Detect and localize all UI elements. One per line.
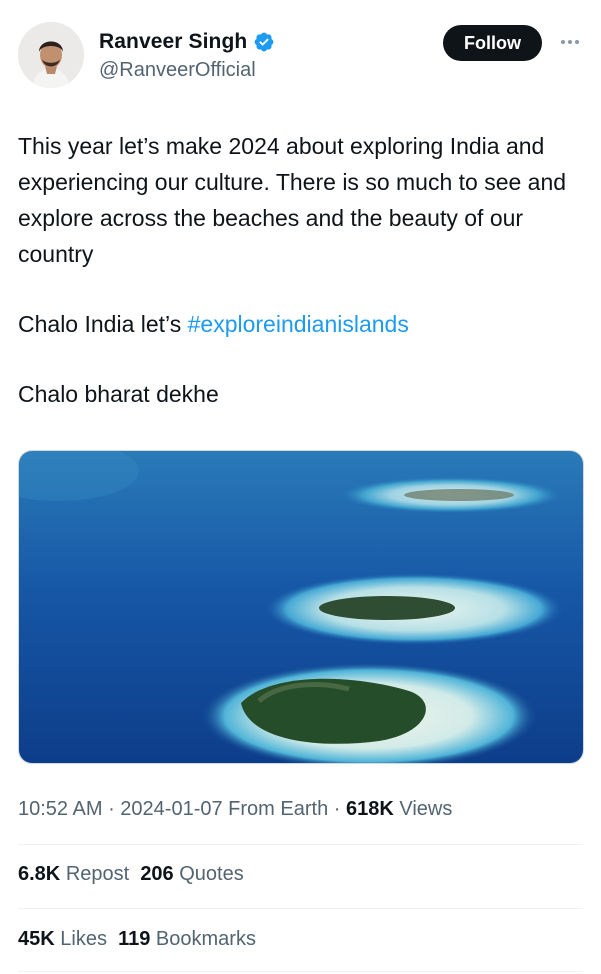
name-row: Ranveer Singh [99,30,275,54]
bookmarks-label: Bookmarks [155,928,256,950]
hashtag-link[interactable]: #exploreindianislands [188,311,409,337]
bookmarks-count: 119 [118,928,151,950]
user-handle[interactable]: @RanveerOfficial [99,59,256,82]
verified-badge-icon [254,32,274,52]
tweet-media-image[interactable] [18,450,584,764]
reposts-label: Repost [65,863,130,885]
follow-button[interactable]: Follow [443,25,542,61]
quotes-count: 206 [140,863,174,885]
tweet-date[interactable]: 2024-01-07 [120,798,222,820]
reposts-stat[interactable]: 6.8K Repost [18,863,129,885]
tweet-paragraph-text: Chalo India let’s [18,311,188,337]
quotes-stat[interactable]: 206 Quotes [140,863,243,885]
more-dot [561,40,565,44]
likes-label: Likes [60,928,107,950]
reposts-count: 6.8K [18,863,61,885]
tweet-header: Ranveer Singh @RanveerOfficial Follow [0,0,601,100]
more-options-icon[interactable] [553,31,587,53]
stats-row-likes-bookmarks: 45K Likes 119 Bookmarks [18,928,256,951]
avatar-image [18,22,84,88]
views-count: 618K [345,798,394,820]
likes-stat[interactable]: 45K Likes [18,928,107,950]
more-dot [575,40,579,44]
likes-count: 45K [18,928,55,950]
tweet-paragraph: Chalo bharat dekhe [18,381,219,407]
bookmarks-stat[interactable]: 119 Bookmarks [118,928,256,950]
quotes-label: Quotes [179,863,244,885]
divider [18,844,583,845]
islands-aerial-photo [19,451,583,763]
divider [18,971,583,972]
display-name[interactable]: Ranveer Singh [99,30,247,54]
tweet-paragraph: Chalo India let’s #exploreindianislands [18,306,583,342]
divider [18,908,583,909]
stats-row-reposts-quotes: 6.8K Repost 206 Quotes [18,863,244,886]
avatar[interactable] [18,22,84,88]
tweet-text: This year let’s make 2024 about explorin… [18,128,583,412]
views-label: Views [399,798,453,820]
tweet-time[interactable]: 10:52 AM [18,798,103,820]
more-dot [568,40,572,44]
tweet-meta: 10:52 AM · 2024-01-07 From Earth · 618K … [18,798,453,820]
tweet-paragraph: This year let’s make 2024 about explorin… [18,133,567,267]
tweet-location: From Earth [228,798,329,820]
